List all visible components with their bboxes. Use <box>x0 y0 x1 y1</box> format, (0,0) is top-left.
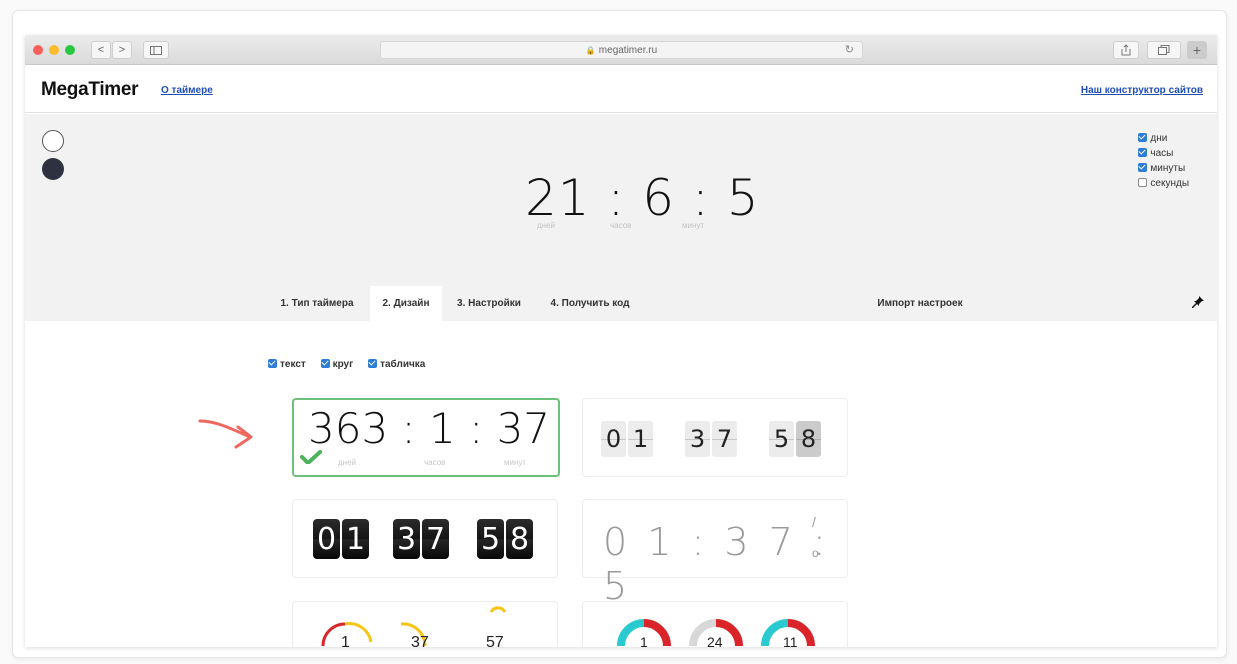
forward-button[interactable]: > <box>112 41 132 59</box>
checkbox-hours[interactable]: часы <box>1138 146 1189 161</box>
flip-digit: 7 <box>712 421 737 457</box>
checkbox-icon <box>1138 133 1148 142</box>
browser-toolbar: < > 🔒 megatimer.ru ↻ + <box>25 35 1217 65</box>
ring-value-minutes: 11 <box>783 634 798 647</box>
browser-window: < > 🔒 megatimer.ru ↻ + MegaTimer О тайме… <box>25 35 1217 647</box>
tab-design[interactable]: 2. Дизайн <box>370 286 442 321</box>
checkbox-days[interactable]: дни <box>1138 131 1189 146</box>
design-card-light-text[interactable]: 0 1 : 3 7 : 5 / o <box>582 499 848 608</box>
unit-minutes: минут <box>504 458 527 467</box>
ring-value-days: 1 <box>640 634 648 647</box>
flip-group-3: 5 8 <box>477 519 533 559</box>
preview-timer: 21 : 6 : 5 <box>525 169 760 227</box>
flip-group-3: 5 8 <box>769 421 821 457</box>
address-bar[interactable]: 🔒 megatimer.ru ↻ <box>380 41 863 59</box>
close-window-button[interactable] <box>33 45 43 55</box>
flip-group-2: 3 7 <box>685 421 737 457</box>
card-timer-text: 0 1 : 3 7 : 5 <box>603 520 830 608</box>
unit-days: дней <box>338 458 357 467</box>
flip-group-1: 0 1 <box>313 519 369 559</box>
flip-digit: 3 <box>393 519 420 559</box>
flip-digit: 8 <box>506 519 533 559</box>
option-text[interactable]: текст <box>268 359 306 370</box>
checkbox-icon <box>1138 148 1148 157</box>
ring-value-minutes: 57 <box>486 634 504 647</box>
design-panel: текст круг табличка 363 : 1 : 37 дней ча… <box>25 321 1217 647</box>
tab-get-code[interactable]: 4. Получить код <box>540 286 640 321</box>
unit-hours: часов <box>424 458 446 467</box>
unit-days: дней <box>537 221 556 230</box>
checkbox-icon <box>320 359 330 368</box>
flip-digit: 1 <box>628 421 653 457</box>
light-theme-swatch[interactable] <box>42 130 64 152</box>
reload-icon[interactable]: ↻ <box>845 43 854 56</box>
url-text: megatimer.ru <box>598 44 658 56</box>
flip-digit: 0 <box>313 519 340 559</box>
flip-digit: 1 <box>342 519 369 559</box>
tab-settings[interactable]: 3. Настройки <box>449 286 529 321</box>
checkbox-icon <box>368 359 378 368</box>
checkbox-icon <box>1138 178 1148 187</box>
element-options: текст круг табличка <box>268 359 437 370</box>
flip-digit: 8 <box>796 421 821 457</box>
tab-timer-type[interactable]: 1. Тип таймера <box>272 286 362 321</box>
back-button[interactable]: < <box>91 41 111 59</box>
design-card-text[interactable]: 363 : 1 : 37 дней часов минут <box>292 398 560 477</box>
unit-minutes: минут <box>682 221 705 230</box>
tabs-overview-icon[interactable] <box>1147 41 1181 59</box>
sidebar-toggle-icon[interactable] <box>143 41 169 59</box>
flip-digit: 0 <box>601 421 626 457</box>
site-header: MegaTimer О таймере Наш конструктор сайт… <box>25 65 1217 113</box>
card-timer-text: 363 : 1 : 37 <box>308 404 551 453</box>
checkbox-icon <box>1138 163 1148 172</box>
design-card-dark-flip[interactable]: 0 1 3 7 5 8 <box>292 499 558 578</box>
zoom-window-button[interactable] <box>65 45 75 55</box>
flip-digit: 5 <box>769 421 794 457</box>
ring-value-hours: 37 <box>411 634 429 647</box>
unit-hours: часов <box>610 221 632 230</box>
flip-group-1: 0 1 <box>601 421 653 457</box>
minimize-window-button[interactable] <box>49 45 59 55</box>
pointer-arrow-icon <box>198 419 253 449</box>
dark-theme-swatch[interactable] <box>42 158 64 180</box>
pin-icon[interactable] <box>1191 295 1205 312</box>
flip-digit: 7 <box>422 519 449 559</box>
ring-value-hours: 24 <box>707 634 723 647</box>
flip-group-2: 3 7 <box>393 519 449 559</box>
checkbox-minutes[interactable]: минуты <box>1138 161 1189 176</box>
option-circle[interactable]: круг <box>320 359 353 370</box>
new-tab-button[interactable]: + <box>1187 41 1207 59</box>
design-card-thick-rings[interactable]: 1 24 11 <box>582 601 848 647</box>
rolling-digit-top: / <box>812 514 816 530</box>
selected-check-icon <box>300 450 322 464</box>
flip-digit: 5 <box>477 519 504 559</box>
checkbox-seconds[interactable]: секунды <box>1138 176 1189 191</box>
settings-tabs: 1. Тип таймера 2. Дизайн 3. Настройки 4.… <box>25 286 1217 321</box>
import-settings-link[interactable]: Импорт настроек <box>865 286 975 321</box>
checkbox-icon <box>268 359 277 368</box>
ring-value-days: 1 <box>341 634 350 647</box>
share-icon[interactable] <box>1113 41 1139 59</box>
lock-icon: 🔒 <box>585 45 596 55</box>
design-card-thin-rings[interactable]: 1 37 57 <box>292 601 558 647</box>
logo[interactable]: MegaTimer <box>41 79 139 101</box>
option-plate[interactable]: табличка <box>368 359 425 370</box>
about-link[interactable]: О таймере <box>161 85 213 96</box>
units-checklist: дни часы минуты секунды <box>1138 131 1189 191</box>
flip-digit: 3 <box>685 421 710 457</box>
design-card-light-flip[interactable]: 0 1 3 7 5 8 <box>582 398 848 477</box>
rolling-digit-bottom: o <box>812 546 819 560</box>
constructor-link[interactable]: Наш конструктор сайтов <box>1081 85 1203 96</box>
